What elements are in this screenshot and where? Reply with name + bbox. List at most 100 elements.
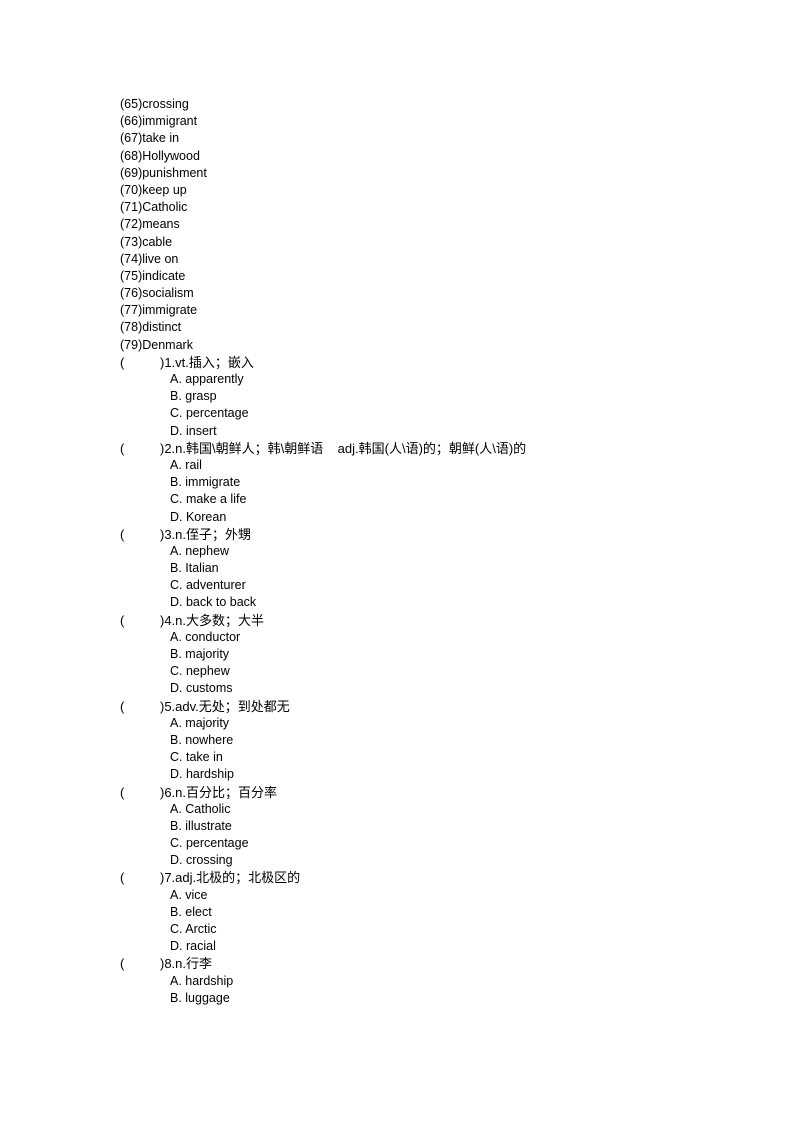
answer-option: B. majority bbox=[170, 647, 230, 661]
vocab-number: (76) bbox=[120, 286, 143, 301]
answer-option: A. hardship bbox=[170, 973, 234, 988]
vocab-word: indicate bbox=[142, 268, 186, 283]
vocab-number: (66) bbox=[120, 114, 143, 129]
vocab-number: (67) bbox=[120, 131, 143, 146]
vocab-item: (65)crossing bbox=[120, 96, 760, 113]
answer-blank[interactable]: ( bbox=[120, 354, 160, 371]
question-prompt: )6.n.百分比；百分率 bbox=[160, 784, 278, 800]
vocab-word: Denmark bbox=[142, 337, 193, 352]
answer-option: B. nowhere bbox=[170, 732, 234, 747]
answer-option: B. luggage bbox=[170, 990, 230, 1005]
vocab-number: (68) bbox=[120, 148, 143, 163]
vocab-item: (76)socialism bbox=[120, 285, 760, 302]
question-block: ()8.n.行李 A. hardship B. luggage bbox=[120, 955, 760, 1007]
vocab-item: (69)punishment bbox=[120, 165, 760, 182]
vocab-number: (72) bbox=[120, 217, 143, 232]
answer-option: D. insert bbox=[170, 423, 217, 438]
question-prompt-line: ()7.adj.北极的；北极区的 bbox=[120, 869, 760, 886]
answer-option: D. crossing bbox=[170, 853, 233, 868]
vocab-list: (65)crossing (66)immigrant (67)take in (68)… bbox=[120, 96, 760, 354]
answer-blank[interactable]: ( bbox=[120, 869, 160, 886]
answer-option: A. conductor bbox=[170, 629, 241, 644]
vocab-number: (69) bbox=[120, 165, 143, 180]
vocab-word: cable bbox=[142, 234, 173, 249]
answer-blank[interactable]: ( bbox=[120, 955, 160, 972]
vocab-word: immigrate bbox=[142, 303, 198, 318]
vocab-number: (77) bbox=[120, 303, 143, 318]
vocab-number: (78) bbox=[120, 320, 143, 335]
vocab-item: (73)cable bbox=[120, 234, 760, 251]
vocab-word: take in bbox=[142, 131, 180, 146]
answer-blank[interactable]: ( bbox=[120, 440, 160, 457]
answer-option: B. Italian bbox=[170, 561, 219, 576]
question-prompt-line: ()6.n.百分比；百分率 bbox=[120, 784, 760, 801]
vocab-word: immigrant bbox=[142, 114, 198, 129]
vocab-item: (70)keep up bbox=[120, 182, 760, 199]
vocab-number: (70) bbox=[120, 182, 143, 197]
vocab-word: keep up bbox=[142, 182, 187, 197]
vocab-word: live on bbox=[142, 251, 179, 266]
answer-option: C. Arctic bbox=[170, 922, 217, 936]
answer-option: C. adventurer bbox=[170, 578, 246, 593]
answer-blank[interactable]: ( bbox=[120, 526, 160, 543]
answer-option: D. racial bbox=[170, 939, 216, 954]
vocab-item: (77)immigrate bbox=[120, 302, 760, 319]
vocab-item: (72)means bbox=[120, 216, 760, 233]
answer-option: B. elect bbox=[170, 904, 212, 919]
question-block: ()2.n.韩国\朝鲜人；韩\朝鲜语 adj.韩国(人\语)的；朝鲜(人\语)的… bbox=[120, 440, 760, 526]
vocab-item: (79)Denmark bbox=[120, 337, 760, 354]
question-prompt-line: ()8.n.行李 bbox=[120, 955, 760, 972]
vocab-item: (71)Catholic bbox=[120, 199, 760, 216]
vocab-word: distinct bbox=[142, 320, 182, 335]
vocab-item: (67)take in bbox=[120, 130, 760, 147]
vocab-number: (71) bbox=[120, 200, 143, 215]
question-prompt-line: ()4.n.大多数；大半 bbox=[120, 612, 760, 629]
question-block: ()3.n.侄子；外甥 A. nephew B. Italian C. adventu… bbox=[120, 526, 760, 612]
document-page: (65)crossing (66)immigrant (67)take in (68)… bbox=[120, 96, 760, 1007]
question-prompt-line: ()5.adv.无处；到处都无 bbox=[120, 698, 760, 715]
vocab-word: means bbox=[142, 217, 180, 232]
answer-option: C. make a life bbox=[170, 492, 247, 507]
vocab-word: Catholic bbox=[142, 200, 188, 215]
vocab-item: (66)immigrant bbox=[120, 113, 760, 130]
question-prompt: )5.adv.无处；到处都无 bbox=[160, 698, 290, 714]
question-block: ()4.n.大多数；大半 A. conductor B. majority C. ne… bbox=[120, 612, 760, 698]
answer-option: C. take in bbox=[170, 750, 223, 765]
question-block: ()5.adv.无处；到处都无 A. majority B. nowhere C. t… bbox=[120, 698, 760, 784]
question-prompt: )7.adj.北极的；北极区的 bbox=[160, 870, 301, 886]
vocab-number: (75) bbox=[120, 268, 143, 283]
answer-option: C. percentage bbox=[170, 406, 249, 421]
vocab-item: (68)Hollywood bbox=[120, 148, 760, 165]
answer-option: A. Catholic bbox=[170, 801, 231, 816]
answer-option: D. Korean bbox=[170, 509, 227, 524]
question-prompt-line: ()3.n.侄子；外甥 bbox=[120, 526, 760, 543]
answer-option: D. customs bbox=[170, 681, 233, 696]
vocab-word: socialism bbox=[142, 286, 194, 301]
answer-option: A. nephew bbox=[170, 543, 230, 558]
question-prompt: )4.n.大多数；大半 bbox=[160, 612, 265, 628]
answer-option: D. hardship bbox=[170, 767, 234, 782]
vocab-number: (74) bbox=[120, 251, 143, 266]
vocab-word: Hollywood bbox=[142, 148, 200, 163]
vocab-item: (74)live on bbox=[120, 251, 760, 268]
vocab-number: (65) bbox=[120, 97, 143, 111]
vocab-word: crossing bbox=[142, 97, 189, 111]
question-prompt: )1.vt.插入；嵌入 bbox=[160, 354, 254, 370]
vocab-number: (79) bbox=[120, 337, 143, 352]
answer-option: B. illustrate bbox=[170, 818, 232, 833]
answer-option: D. back to back bbox=[170, 595, 257, 610]
question-prompt-line: ()1.vt.插入；嵌入 bbox=[120, 354, 760, 371]
answer-option: B. grasp bbox=[170, 389, 217, 404]
answer-option: A. apparently bbox=[170, 372, 244, 386]
question-prompt: )2.n.韩国\朝鲜人；韩\朝鲜语 adj.韩国(人\语)的；朝鲜(人\语)的 bbox=[160, 440, 527, 456]
answer-option: A. majority bbox=[170, 715, 230, 730]
vocab-number: (73) bbox=[120, 234, 143, 249]
question-block: ()6.n.百分比；百分率 A. Catholic B. illustrate C. … bbox=[120, 784, 760, 870]
question-prompt-line: ()2.n.韩国\朝鲜人；韩\朝鲜语 adj.韩国(人\语)的；朝鲜(人\语)的 bbox=[120, 440, 760, 457]
answer-blank[interactable]: ( bbox=[120, 698, 160, 715]
vocab-word: punishment bbox=[142, 165, 207, 180]
answer-blank[interactable]: ( bbox=[120, 612, 160, 629]
answer-blank[interactable]: ( bbox=[120, 784, 160, 801]
question-prompt: )3.n.侄子；外甥 bbox=[160, 526, 252, 542]
question-prompt: )8.n.行李 bbox=[160, 956, 213, 972]
